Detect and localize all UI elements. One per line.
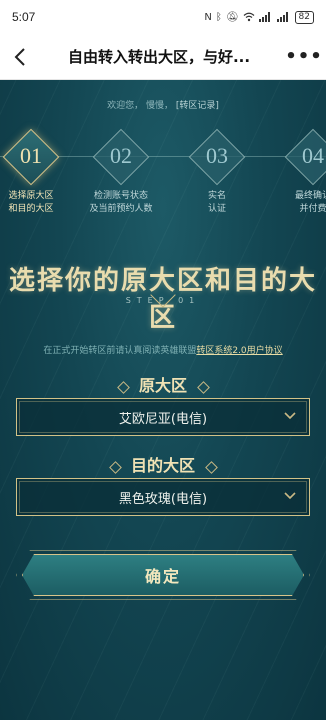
chevron-left-icon bbox=[14, 47, 25, 66]
step-label-line: 及当前预约人数 bbox=[89, 204, 153, 214]
mute-icon: 🔕︎ bbox=[225, 11, 239, 23]
back-button[interactable] bbox=[0, 34, 40, 80]
agreement-text: 在正式开始转区前请认真阅读英雄联盟 bbox=[43, 346, 197, 356]
diamond-ornament-icon bbox=[117, 381, 129, 393]
chevron-down-icon bbox=[284, 412, 296, 420]
step-number: 01 bbox=[20, 143, 42, 168]
step-label: 最终确认 并付费 bbox=[276, 190, 326, 216]
status-bar: 5:07 N ᛒ 🔕︎ 82 bbox=[0, 0, 326, 34]
source-region-select[interactable]: 艾欧尼亚(电信) bbox=[16, 398, 310, 436]
welcome-greeting: 欢迎您， bbox=[107, 101, 144, 111]
step-label: 实名 认证 bbox=[180, 190, 254, 216]
step-number: 04 bbox=[302, 143, 324, 168]
signal-icon bbox=[258, 12, 270, 22]
step-1: 01 选择原大区 和目的大区 bbox=[0, 128, 68, 216]
bluetooth-icon: ᛒ bbox=[215, 11, 222, 23]
signal-icon bbox=[276, 12, 288, 22]
status-icons: N ᛒ 🔕︎ 82 bbox=[204, 10, 314, 24]
nav-bar: 自由转入转出大区，与好... ••• bbox=[0, 34, 326, 80]
welcome-line: 欢迎您， 慢慢， [转区记录] bbox=[0, 98, 326, 111]
welcome-user: 慢慢， bbox=[145, 101, 173, 111]
step-number: 03 bbox=[206, 143, 228, 168]
wifi-icon bbox=[243, 12, 254, 22]
user-agreement-link[interactable]: 转区系统2.0用户协议 bbox=[196, 346, 282, 356]
confirm-button[interactable]: 确定 bbox=[22, 554, 304, 596]
diamond-ornament-icon bbox=[109, 461, 121, 473]
target-region-label: 目的大区 bbox=[0, 452, 326, 476]
page-title: 自由转入转出大区，与好... bbox=[67, 48, 251, 66]
diamond-ornament-icon bbox=[205, 461, 217, 473]
step-indicator: 01 选择原大区 和目的大区 02 检测账号状态 及当前预约人数 03 实名 认… bbox=[0, 128, 326, 238]
diamond-ornament-icon bbox=[197, 381, 209, 393]
transfer-record-link[interactable]: [转区记录] bbox=[176, 101, 219, 111]
step-label: 选择原大区 和目的大区 bbox=[0, 190, 68, 216]
step-label-line: 检测账号状态 bbox=[93, 191, 148, 201]
step-label-line: 和目的大区 bbox=[8, 204, 54, 214]
status-time: 5:07 bbox=[12, 10, 36, 24]
transfer-page: 欢迎您， 慢慢， [转区记录] 01 选择原大区 和目的大区 02 检测账号状态… bbox=[0, 80, 326, 720]
confirm-button-label: 确定 bbox=[144, 567, 181, 586]
step-label-line: 实名 bbox=[207, 191, 226, 201]
step-label-line: 选择原大区 bbox=[8, 191, 54, 201]
select-inner-border bbox=[19, 481, 307, 513]
step-label: 检测账号状态 及当前预约人数 bbox=[84, 190, 158, 216]
nfc-icon: N bbox=[204, 11, 212, 23]
step-label-line: 认证 bbox=[207, 204, 226, 214]
step-4: 04 最终确认 并付费 bbox=[276, 128, 326, 216]
agreement-notice: 在正式开始转区前请认真阅读英雄联盟转区系统2.0用户协议 bbox=[0, 343, 326, 356]
chevron-down-icon bbox=[284, 492, 296, 500]
step-label-line: 最终确认 bbox=[294, 191, 326, 201]
more-options-button[interactable]: ••• bbox=[282, 34, 326, 80]
step-3: 03 实名 认证 bbox=[180, 128, 254, 216]
select-inner-border bbox=[19, 401, 307, 433]
battery-indicator: 82 bbox=[294, 10, 314, 24]
step-2: 02 检测账号状态 及当前预约人数 bbox=[84, 128, 158, 216]
target-region-select[interactable]: 黑色玫瑰(电信) bbox=[16, 478, 310, 516]
source-region-label: 原大区 bbox=[0, 372, 326, 396]
target-region-label-text: 目的大区 bbox=[130, 456, 195, 475]
step-number: 02 bbox=[110, 143, 132, 168]
step-label-line: 并付费 bbox=[299, 204, 326, 214]
source-region-label-text: 原大区 bbox=[138, 376, 187, 395]
